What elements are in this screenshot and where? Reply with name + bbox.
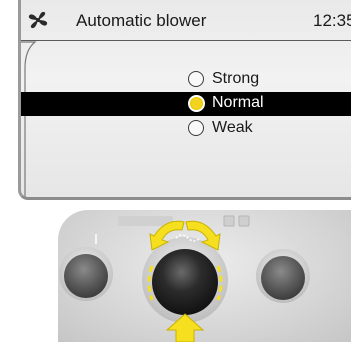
radio-strong[interactable] bbox=[188, 71, 204, 87]
option-label-weak: Weak bbox=[212, 119, 253, 136]
option-label-normal: Normal bbox=[212, 94, 264, 111]
fan-icon bbox=[28, 11, 48, 29]
left-knob[interactable] bbox=[59, 247, 113, 301]
option-label-strong: Strong bbox=[212, 70, 260, 87]
option-normal[interactable]: Normal bbox=[21, 92, 351, 116]
option-strong[interactable]: Strong bbox=[21, 68, 351, 92]
screen-header: Automatic blower 12:35 bbox=[21, 0, 351, 41]
control-panel bbox=[58, 210, 351, 342]
radio-weak[interactable] bbox=[188, 120, 204, 136]
main-control-knob[interactable] bbox=[142, 237, 228, 323]
option-weak[interactable]: Weak bbox=[21, 117, 351, 141]
right-knob[interactable] bbox=[256, 249, 310, 303]
clock-time: 12:35 bbox=[313, 11, 351, 30]
display-screen: Automatic blower 12:35 Strong Normal Wea… bbox=[18, 0, 351, 200]
radio-normal[interactable] bbox=[188, 95, 205, 112]
screen-title: Automatic blower bbox=[76, 11, 207, 30]
control-panel-graphics bbox=[59, 215, 310, 342]
